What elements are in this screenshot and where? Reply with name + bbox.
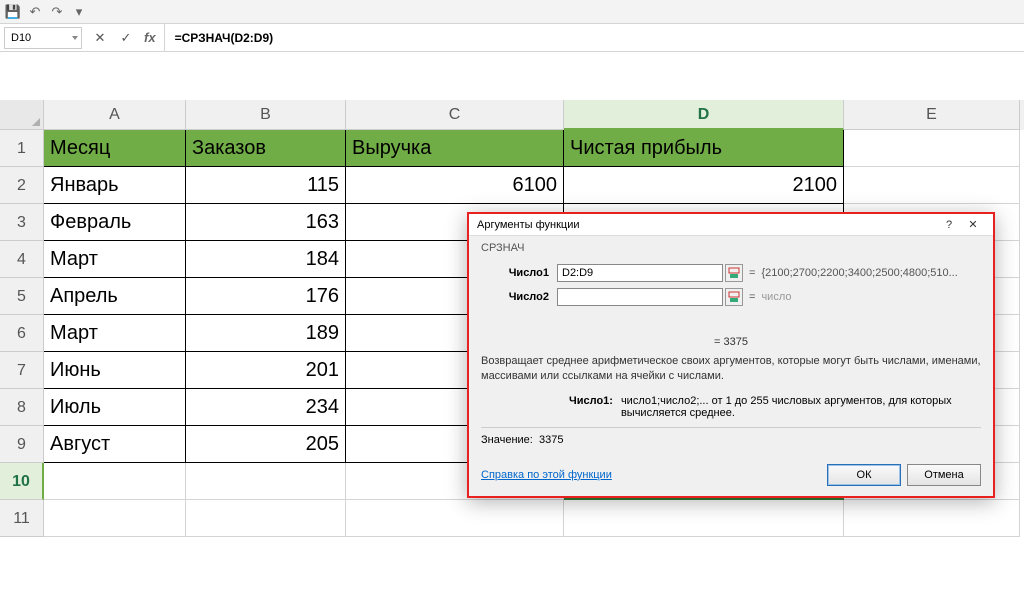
cell[interactable]: Февраль bbox=[44, 204, 186, 241]
cell[interactable]: Март bbox=[44, 241, 186, 278]
dialog-title-bar[interactable]: Аргументы функции ? ✕ bbox=[469, 214, 993, 236]
table-row: 1 Месяц Заказов Выручка Чистая прибыль bbox=[0, 130, 1024, 167]
result-equation: = 3375 bbox=[481, 336, 981, 348]
collapse-dialog-icon[interactable] bbox=[725, 288, 743, 306]
cell[interactable] bbox=[186, 463, 346, 500]
accept-formula-icon[interactable]: ✓ bbox=[114, 27, 138, 49]
dialog-footer: Справка по этой функции ОК Отмена bbox=[469, 458, 993, 496]
row-header-10[interactable]: 10 bbox=[0, 463, 44, 500]
cell[interactable]: 234 bbox=[186, 389, 346, 426]
cell[interactable]: 176 bbox=[186, 278, 346, 315]
argument-input-1[interactable] bbox=[557, 264, 723, 282]
argument-description: Число1: число1;число2;... от 1 до 255 чи… bbox=[481, 395, 981, 419]
col-header-b[interactable]: B bbox=[186, 100, 346, 130]
cell[interactable] bbox=[844, 500, 1020, 537]
col-header-e[interactable]: E bbox=[844, 100, 1020, 130]
cell[interactable] bbox=[844, 167, 1020, 204]
row-header-1[interactable]: 1 bbox=[0, 130, 44, 167]
cell[interactable]: 184 bbox=[186, 241, 346, 278]
cell[interactable]: Март bbox=[44, 315, 186, 352]
cancel-button[interactable]: Отмена bbox=[907, 464, 981, 486]
table-row: 11 bbox=[0, 500, 1024, 537]
cell[interactable]: Апрель bbox=[44, 278, 186, 315]
cell[interactable]: Июнь bbox=[44, 352, 186, 389]
argument-preview: число bbox=[761, 291, 791, 303]
cell[interactable]: Чистая прибыль bbox=[564, 130, 844, 167]
dialog-title: Аргументы функции bbox=[477, 219, 937, 231]
argument-input-2[interactable] bbox=[557, 288, 723, 306]
cell[interactable]: Август bbox=[44, 426, 186, 463]
row-header-2[interactable]: 2 bbox=[0, 167, 44, 204]
cell[interactable]: 2100 bbox=[564, 167, 844, 204]
table-row: 2 Январь 115 6100 2100 bbox=[0, 167, 1024, 204]
formula-buttons: ✕ ✓ fx bbox=[84, 24, 165, 51]
qat-dropdown-icon[interactable]: ▾ bbox=[70, 3, 88, 21]
cell[interactable]: Январь bbox=[44, 167, 186, 204]
argument-row: Число2 = число bbox=[481, 288, 981, 306]
cell[interactable]: 205 bbox=[186, 426, 346, 463]
column-headers: A B C D E bbox=[0, 100, 1024, 130]
row-header-4[interactable]: 4 bbox=[0, 241, 44, 278]
value-result: Значение: 3375 bbox=[481, 427, 981, 452]
argument-preview: {2100;2700;2200;3400;2500;4800;510... bbox=[761, 267, 957, 279]
row-header-5[interactable]: 5 bbox=[0, 278, 44, 315]
quick-access-toolbar: 💾 ↶ ↷ ▾ bbox=[0, 0, 1024, 24]
cell[interactable] bbox=[346, 500, 564, 537]
cell[interactable]: Месяц bbox=[44, 130, 186, 167]
col-header-c[interactable]: C bbox=[346, 100, 564, 130]
select-all-corner[interactable] bbox=[0, 100, 44, 130]
argument-label: Число1 bbox=[481, 267, 557, 279]
function-arguments-dialog: Аргументы функции ? ✕ СРЗНАЧ Число1 = {2… bbox=[467, 212, 995, 498]
cell[interactable]: Июль bbox=[44, 389, 186, 426]
close-icon[interactable]: ✕ bbox=[961, 215, 985, 235]
cell[interactable]: 6100 bbox=[346, 167, 564, 204]
col-header-d[interactable]: D bbox=[564, 100, 844, 130]
cell[interactable]: 189 bbox=[186, 315, 346, 352]
row-header-9[interactable]: 9 bbox=[0, 426, 44, 463]
name-box[interactable]: D10 bbox=[4, 27, 82, 49]
function-description: Возвращает среднее арифметическое своих … bbox=[481, 354, 981, 385]
equals-sign: = bbox=[743, 291, 761, 303]
help-link[interactable]: Справка по этой функции bbox=[481, 469, 612, 481]
undo-icon[interactable]: ↶ bbox=[26, 3, 44, 21]
save-icon[interactable]: 💾 bbox=[4, 3, 22, 21]
cell[interactable] bbox=[564, 500, 844, 537]
cell[interactable]: 201 bbox=[186, 352, 346, 389]
cell[interactable]: Заказов bbox=[186, 130, 346, 167]
cancel-formula-icon[interactable]: ✕ bbox=[88, 27, 112, 49]
collapse-dialog-icon[interactable] bbox=[725, 264, 743, 282]
redo-icon[interactable]: ↷ bbox=[48, 3, 66, 21]
equals-sign: = bbox=[743, 267, 761, 279]
help-icon[interactable]: ? bbox=[937, 215, 961, 235]
row-header-8[interactable]: 8 bbox=[0, 389, 44, 426]
ok-button[interactable]: ОК bbox=[827, 464, 901, 486]
cell[interactable]: 115 bbox=[186, 167, 346, 204]
argument-row: Число1 = {2100;2700;2200;3400;2500;4800;… bbox=[481, 264, 981, 282]
cell[interactable]: 163 bbox=[186, 204, 346, 241]
cell[interactable]: Выручка bbox=[346, 130, 564, 167]
row-header-7[interactable]: 7 bbox=[0, 352, 44, 389]
function-name-label: СРЗНАЧ bbox=[481, 242, 981, 254]
formula-bar: D10 ✕ ✓ fx bbox=[0, 24, 1024, 52]
col-header-a[interactable]: A bbox=[44, 100, 186, 130]
row-header-6[interactable]: 6 bbox=[0, 315, 44, 352]
cell[interactable] bbox=[44, 500, 186, 537]
argument-label: Число2 bbox=[481, 291, 557, 303]
row-header-3[interactable]: 3 bbox=[0, 204, 44, 241]
row-header-11[interactable]: 11 bbox=[0, 500, 44, 537]
cell[interactable] bbox=[844, 130, 1020, 167]
cell[interactable] bbox=[44, 463, 186, 500]
cell[interactable] bbox=[186, 500, 346, 537]
formula-input[interactable] bbox=[165, 27, 1024, 49]
fx-icon[interactable]: fx bbox=[140, 30, 160, 45]
